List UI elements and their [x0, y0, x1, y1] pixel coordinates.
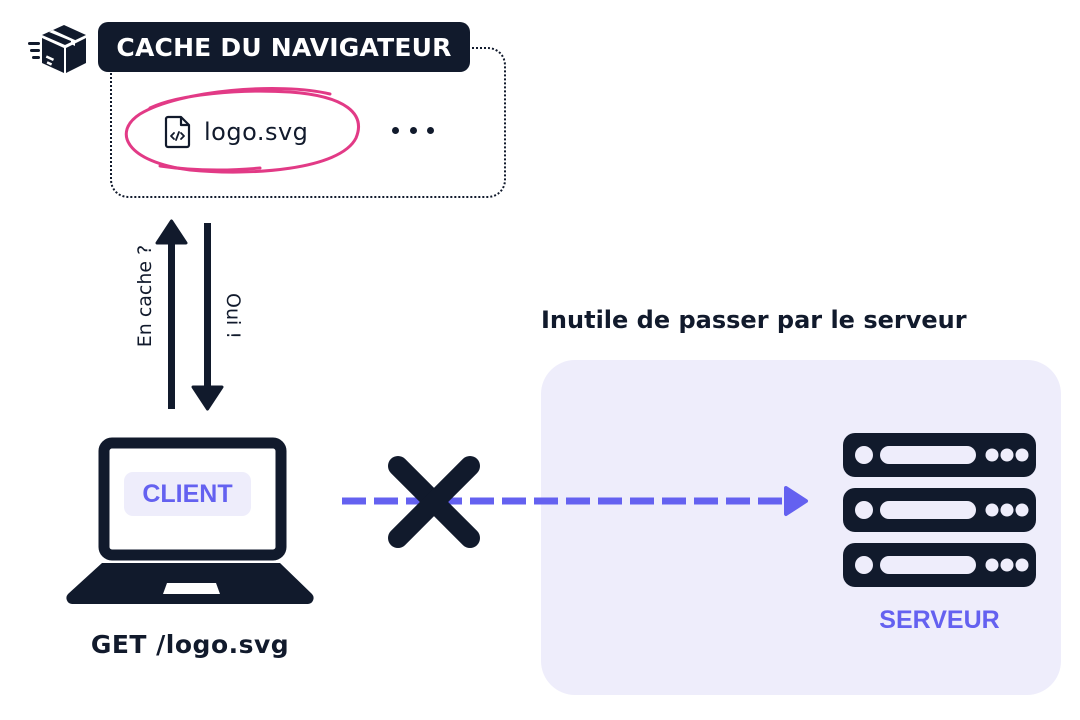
client-request: GET /logo.svg [90, 630, 290, 659]
arrow-up-icon [155, 219, 188, 409]
cache-exchange-arrows [155, 219, 224, 411]
request-cache-label: En cache ? [134, 244, 156, 348]
dot [427, 126, 434, 134]
code-file-icon [164, 115, 191, 149]
dot [392, 126, 399, 134]
arrow-down-icon [191, 223, 224, 411]
cache-item-logo-svg[interactable]: logo.svg [164, 114, 308, 150]
server-unit [843, 543, 1036, 587]
server-stack-icon [843, 433, 1036, 587]
more-items-icon[interactable] [392, 118, 434, 142]
dot [409, 126, 417, 134]
response-cache-label: Oui ! [222, 293, 244, 339]
cross-icon [388, 456, 480, 548]
cache-title: CACHE DU NAVIGATEUR [98, 22, 470, 72]
package-box-icon [28, 25, 86, 73]
server-unit [843, 433, 1036, 477]
client-label: CLIENT [124, 472, 251, 516]
server-unit [843, 488, 1036, 532]
arrow-head-icon [784, 486, 808, 516]
cache-item-name: logo.svg [204, 118, 309, 146]
server-heading: Inutile de passer par le serveur [541, 306, 967, 334]
server-label: SERVEUR [879, 606, 1000, 634]
laptop-icon [66, 437, 314, 604]
